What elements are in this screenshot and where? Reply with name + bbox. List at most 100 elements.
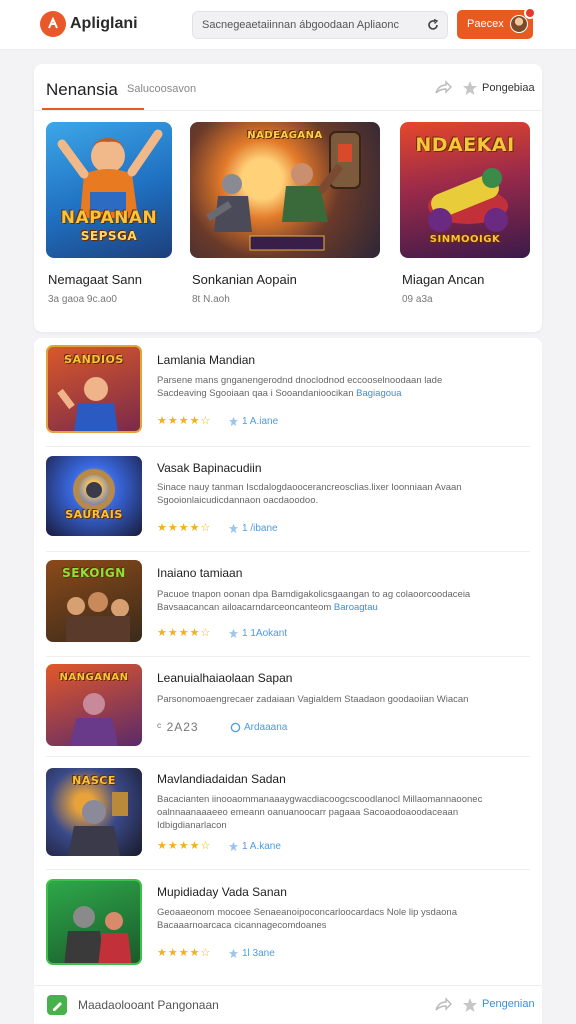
list-item-desc: Geoaaeonom mocoee Senaeanoipoconcarlooca…	[157, 907, 457, 931]
bottom-right-link[interactable]: Pengenian	[482, 998, 535, 1010]
featured-art-line1-2: NADEAGANA	[247, 130, 323, 141]
thumb-title: NASCE	[72, 774, 116, 787]
thumb-art	[64, 906, 132, 963]
top-bar: Apliglani Sacnegeaetaiinnan ábgoodaan Ap…	[0, 0, 576, 50]
featured-art-line1-3: NDAEKAI	[415, 134, 515, 156]
list-thumb[interactable]: SEKOIGN	[46, 560, 142, 642]
featured-meta-2: 8t N.aoh	[192, 294, 230, 305]
app-logo[interactable]	[40, 11, 66, 37]
refresh-icon[interactable]	[426, 18, 440, 32]
featured-image-3[interactable]: NDAEKAI SINMOOIGK	[400, 122, 530, 258]
review-count[interactable]: 1l 3ane	[242, 948, 275, 959]
review-count[interactable]: 1 /ibane	[242, 523, 278, 534]
top-right-link[interactable]: Pongebiaa	[482, 82, 535, 94]
star-outline-icon	[228, 841, 239, 852]
primary-button-label: Paecex	[467, 18, 504, 30]
rating-stars: ★★★★☆	[157, 627, 212, 639]
featured-title-1[interactable]: Nemagaat Sann	[48, 272, 142, 287]
divider	[46, 446, 530, 447]
list-thumb[interactable]: NANGANAN	[46, 664, 142, 746]
share-icon[interactable]	[434, 80, 452, 96]
review-count[interactable]: 1 A.iane	[242, 416, 278, 427]
list-item-title[interactable]: Mavlandiadaidan Sadan	[157, 772, 286, 786]
list-thumb[interactable]	[46, 879, 142, 965]
featured-section: Nenansia Salucoosavon Pongebiaa NAPANAN …	[34, 64, 542, 332]
list-item-desc: Pacuoe tnapon oonan dpa Bamdigakolicsgaa…	[157, 588, 487, 614]
tab-divider	[34, 110, 542, 111]
featured-title-2[interactable]: Sonkanian Aopain	[192, 272, 297, 287]
list-item-title[interactable]: Lamlania Mandian	[157, 353, 255, 367]
thumb-art	[73, 469, 115, 511]
list-thumb[interactable]: NASCE	[46, 768, 142, 856]
bottom-label[interactable]: Maadaolooant Pangonaan	[78, 998, 219, 1012]
list-item-title[interactable]: Leanuialhaiaolaan Sapan	[157, 671, 292, 685]
featured-card-2[interactable]: NADEAGANA Sonkanian Aopain 8t N.aoh	[190, 122, 380, 305]
desc-link[interactable]: Bagiagoua	[356, 388, 401, 399]
list-item-title[interactable]: Mupidiaday Vada Sanan	[157, 885, 287, 899]
search-bar[interactable]: Sacnegeaetaiinnan ábgoodaan Apliaonc	[192, 11, 448, 39]
list-item[interactable]: NASCE Mavlandiadaidan Sadan Bacacianten …	[34, 760, 542, 870]
list-thumb[interactable]: SAURAIS	[46, 456, 142, 536]
rating-stars: ★★★★☆	[157, 840, 212, 852]
tab-featured[interactable]: Nenansia	[46, 80, 118, 100]
rating-stars: ★★★★☆	[157, 415, 212, 427]
rating-stars: ★★★★☆	[157, 522, 212, 534]
star-outline-icon	[228, 416, 239, 427]
thumb-title: NANGANAN	[59, 672, 129, 683]
featured-image-1[interactable]: NAPANAN SEPSGA	[46, 122, 172, 258]
review-count[interactable]: 1 A.kane	[242, 841, 281, 852]
list-item[interactable]: NANGANAN Leanuialhaiaolaan Sapan Parsono…	[34, 658, 542, 756]
list-thumb[interactable]: SANDIOS	[46, 345, 142, 433]
list-item-title[interactable]: Inaiano tamiaan	[157, 566, 242, 580]
featured-art-line2-3: SINMOOIGK	[429, 234, 501, 245]
primary-button[interactable]: Paecex	[457, 10, 533, 39]
review-count[interactable]: Ardaaana	[244, 722, 287, 733]
star-icon[interactable]	[462, 997, 478, 1013]
bottom-bar: Maadaolooant Pangonaan Pengenian	[34, 985, 542, 1024]
list-item-desc: Sinace nauy tanman Iscdalogdaoocerancreo…	[157, 482, 462, 506]
desc-link[interactable]: Baroagtau	[334, 602, 378, 613]
divider	[46, 756, 530, 757]
notification-badge	[524, 7, 536, 19]
clock-icon	[230, 722, 241, 733]
featured-art-line2: SEPSGA	[80, 229, 138, 243]
pencil-icon	[53, 1002, 62, 1011]
logo-icon	[48, 17, 58, 29]
search-input[interactable]: Sacnegeaetaiinnan ábgoodaan Apliaonc	[202, 19, 422, 31]
featured-card-1[interactable]: NAPANAN SEPSGA Nemagaat Sann 3a gaoa 9c.…	[46, 122, 172, 305]
featured-art-line1: NAPANAN	[60, 208, 158, 228]
list-item-title[interactable]: Vasak Bapinacudiin	[157, 461, 262, 475]
thumb-title: SANDIOS	[64, 353, 124, 366]
rating-stars: ᶜ 2A23	[157, 720, 199, 734]
list-item[interactable]: SANDIOS Lamlania Mandian Parsene mans gn…	[34, 338, 542, 446]
desc-text: Pacuoe tnapon oonan dpa Bamdigakolicsgaa…	[157, 589, 471, 613]
star-outline-icon	[228, 948, 239, 959]
list-item-desc: Parsonomoaengrecaer zadaiaan Vagialdem S…	[157, 694, 469, 705]
thumb-title: SEKOIGN	[62, 566, 126, 580]
featured-title-3[interactable]: Miagan Ancan	[402, 272, 484, 287]
share-icon[interactable]	[434, 997, 452, 1013]
edit-icon[interactable]	[47, 995, 67, 1015]
thumb-title: SAURAIS	[65, 508, 123, 521]
divider	[46, 656, 530, 657]
star-icon[interactable]	[462, 80, 478, 96]
star-outline-icon	[228, 523, 239, 534]
rating-stars: ★★★★☆	[157, 947, 212, 959]
tab-secondary[interactable]: Salucoosavon	[127, 83, 196, 95]
list-item-desc: Bacacianten iinooaommanaaaygwacdiacoogcs…	[157, 794, 483, 831]
list-item-desc: Parsene mans gnganengerodnd dnoclodnod e…	[157, 374, 487, 400]
featured-card-3[interactable]: NDAEKAI SINMOOIGK Miagan Ancan 09 a3a	[400, 122, 530, 305]
star-outline-icon	[228, 628, 239, 639]
list-item[interactable]: SAURAIS Vasak Bapinacudiin Sinace nauy t…	[34, 448, 542, 554]
featured-meta-3: 09 a3a	[402, 294, 433, 305]
list-item[interactable]: SEKOIGN Inaiano tamiaan Pacuoe tnapon oo…	[34, 554, 542, 658]
review-count[interactable]: 1 1Aokant	[242, 628, 287, 639]
app-name: Apliglani	[70, 15, 138, 32]
app-list: SANDIOS Lamlania Mandian Parsene mans gn…	[34, 338, 542, 1024]
divider	[46, 869, 530, 870]
featured-image-2[interactable]: NADEAGANA	[190, 122, 380, 258]
divider	[46, 551, 530, 552]
list-item[interactable]: Mupidiaday Vada Sanan Geoaaeonom mocoee …	[34, 872, 542, 980]
battle-art	[206, 131, 361, 251]
featured-meta-1: 3a gaoa 9c.ao0	[48, 294, 117, 305]
